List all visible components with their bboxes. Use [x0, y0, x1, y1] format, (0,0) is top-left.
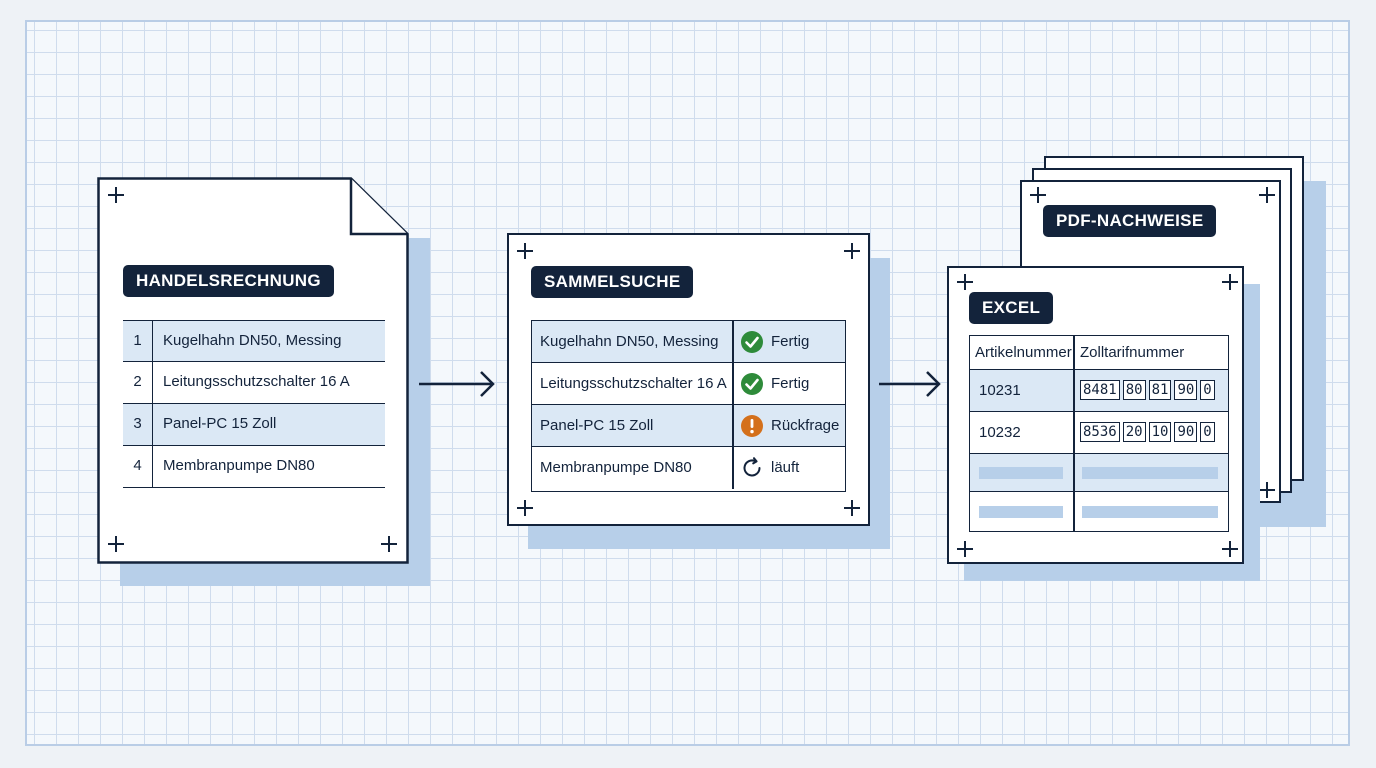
- status-label: Fertig: [771, 375, 810, 392]
- invoice-item-list: 1 Kugelhahn DN50, Messing 2 Leitungsschu…: [123, 320, 385, 492]
- invoice-tag: HANDELSRECHNUNG: [123, 265, 334, 297]
- tariff-code-segment: 8481: [1080, 380, 1120, 400]
- item-description: Kugelhahn DN50, Messing: [163, 332, 342, 349]
- corner-mark-icon: [108, 187, 124, 203]
- tariff-code-segment: 90: [1174, 422, 1198, 442]
- placeholder-cell: [1082, 467, 1218, 479]
- column-header-article: Artikelnummer: [975, 344, 1072, 361]
- corner-mark-icon: [1222, 274, 1238, 290]
- item-number: 1: [123, 321, 153, 361]
- arrow-right-icon: [417, 369, 497, 399]
- excel-tag: EXCEL: [969, 292, 1054, 324]
- tariff-code-segment: 80: [1122, 380, 1146, 400]
- tariff-code-segment: 10: [1148, 422, 1172, 442]
- table-row: [970, 454, 1228, 492]
- search-card: SAMMELSUCHE Kugelhahn DN50, Messing Fert…: [507, 233, 870, 526]
- item-number: 2: [123, 362, 153, 403]
- item-name: Leitungsschutzschalter 16 A: [540, 375, 727, 392]
- check-circle-icon: [741, 372, 763, 395]
- refresh-icon: [743, 456, 761, 476]
- status-cell: Fertig: [740, 363, 809, 404]
- status-label: Rückfrage: [771, 417, 840, 434]
- article-number: 10232: [979, 424, 1021, 441]
- corner-mark-icon: [1259, 482, 1275, 498]
- tariff-code-segment: 0: [1200, 422, 1215, 442]
- table-row: 10232 8536 20 10 90 0: [970, 412, 1228, 454]
- corner-mark-icon: [957, 541, 973, 557]
- list-item: 3 Panel-PC 15 Zoll: [123, 404, 385, 446]
- item-description: Panel-PC 15 Zoll: [163, 415, 277, 432]
- tariff-code-segment: 81: [1148, 380, 1172, 400]
- corner-mark-icon: [844, 243, 860, 259]
- corner-mark-icon: [1030, 187, 1046, 203]
- excel-sheet: EXCEL Artikelnummer Zolltarifnummer 1023…: [947, 266, 1244, 564]
- item-number: 3: [123, 404, 153, 445]
- pdf-tag: PDF-NACHWEISE: [1043, 205, 1217, 237]
- corner-mark-icon: [517, 500, 533, 516]
- table-row: 10231 8481 80 81 90 0: [970, 370, 1228, 412]
- arrow-right-icon: [877, 369, 945, 399]
- tariff-code-segment: 90: [1174, 380, 1198, 400]
- placeholder-cell: [979, 506, 1063, 518]
- table-row: [970, 492, 1228, 531]
- status-cell: läuft: [740, 447, 799, 488]
- tariff-code-segment: 0: [1200, 380, 1215, 400]
- column-header-tariff: Zolltarifnummer: [1080, 344, 1185, 361]
- table-row: Leitungsschutzschalter 16 A Fertig: [532, 363, 845, 405]
- table-row: Panel-PC 15 Zoll Rückfrage: [532, 405, 845, 447]
- corner-mark-icon: [1259, 187, 1275, 203]
- status-label: Fertig: [771, 333, 810, 350]
- item-name: Membranpumpe DN80: [540, 459, 692, 476]
- item-name: Kugelhahn DN50, Messing: [540, 333, 719, 350]
- invoice-document: HANDELSRECHNUNG 1 Kugelhahn DN50, Messin…: [97, 177, 409, 564]
- warning-circle-icon: [741, 414, 763, 437]
- corner-mark-icon: [844, 500, 860, 516]
- status-cell: Fertig: [740, 321, 809, 362]
- tariff-code: 8536 20 10 90 0: [1080, 422, 1215, 442]
- status-cell: Rückfrage: [740, 405, 839, 446]
- item-number: 4: [123, 446, 153, 487]
- placeholder-cell: [1082, 506, 1218, 518]
- search-tag: SAMMELSUCHE: [531, 266, 694, 298]
- search-results-table: Kugelhahn DN50, Messing Fertig Leitungss…: [531, 320, 846, 492]
- excel-table: Artikelnummer Zolltarifnummer 10231 8481…: [969, 335, 1229, 532]
- table-header-row: Artikelnummer Zolltarifnummer: [970, 336, 1228, 370]
- article-number: 10231: [979, 382, 1021, 399]
- list-item: 1 Kugelhahn DN50, Messing: [123, 320, 385, 362]
- table-row: Membranpumpe DN80 läuft: [532, 447, 845, 489]
- tariff-code-segment: 8536: [1080, 422, 1120, 442]
- list-item: 4 Membranpumpe DN80: [123, 446, 385, 488]
- corner-mark-icon: [1222, 541, 1238, 557]
- item-name: Panel-PC 15 Zoll: [540, 417, 654, 434]
- tariff-code: 8481 80 81 90 0: [1080, 380, 1215, 400]
- corner-mark-icon: [108, 536, 124, 552]
- corner-mark-icon: [381, 536, 397, 552]
- item-description: Leitungsschutzschalter 16 A: [163, 373, 350, 390]
- placeholder-cell: [979, 467, 1063, 479]
- list-item: 2 Leitungsschutzschalter 16 A: [123, 362, 385, 404]
- tariff-code-segment: 20: [1122, 422, 1146, 442]
- table-row: Kugelhahn DN50, Messing Fertig: [532, 321, 845, 363]
- check-circle-icon: [741, 330, 763, 353]
- corner-mark-icon: [957, 274, 973, 290]
- status-label: läuft: [771, 459, 800, 476]
- item-description: Membranpumpe DN80: [163, 457, 315, 474]
- corner-mark-icon: [517, 243, 533, 259]
